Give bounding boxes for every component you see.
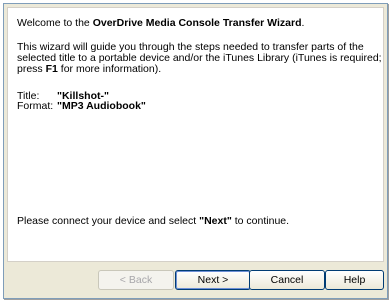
welcome-heading: Welcome to the OverDrive Media Console T… xyxy=(17,17,304,29)
prompt-suffix: to continue. xyxy=(231,215,290,227)
wizard-name: OverDrive Media Console Transfer Wizard xyxy=(92,17,302,29)
next-button[interactable]: Next > xyxy=(175,270,251,290)
prompt-next: "Next" xyxy=(199,215,232,227)
wizard-content-panel: Welcome to the OverDrive Media Console T… xyxy=(7,7,384,262)
format-row: Format: "MP3 Audiobook" xyxy=(17,100,146,112)
cancel-button[interactable]: Cancel xyxy=(249,270,325,290)
intro-part2: for more information). xyxy=(57,63,162,75)
format-value: "MP3 Audiobook" xyxy=(57,100,146,112)
intro-text: This wizard will guide you through the s… xyxy=(17,42,383,75)
help-key: F1 xyxy=(45,63,58,75)
wizard-window: Welcome to the OverDrive Media Console T… xyxy=(3,3,388,299)
welcome-prefix: Welcome to the xyxy=(17,17,93,29)
back-button[interactable]: < Back xyxy=(98,270,174,290)
format-label: Format: xyxy=(17,100,54,112)
connect-prompt: Please connect your device and select "N… xyxy=(17,215,289,227)
welcome-suffix: . xyxy=(301,17,305,29)
help-button[interactable]: Help xyxy=(325,270,384,290)
prompt-prefix: Please connect your device and select xyxy=(17,215,200,227)
